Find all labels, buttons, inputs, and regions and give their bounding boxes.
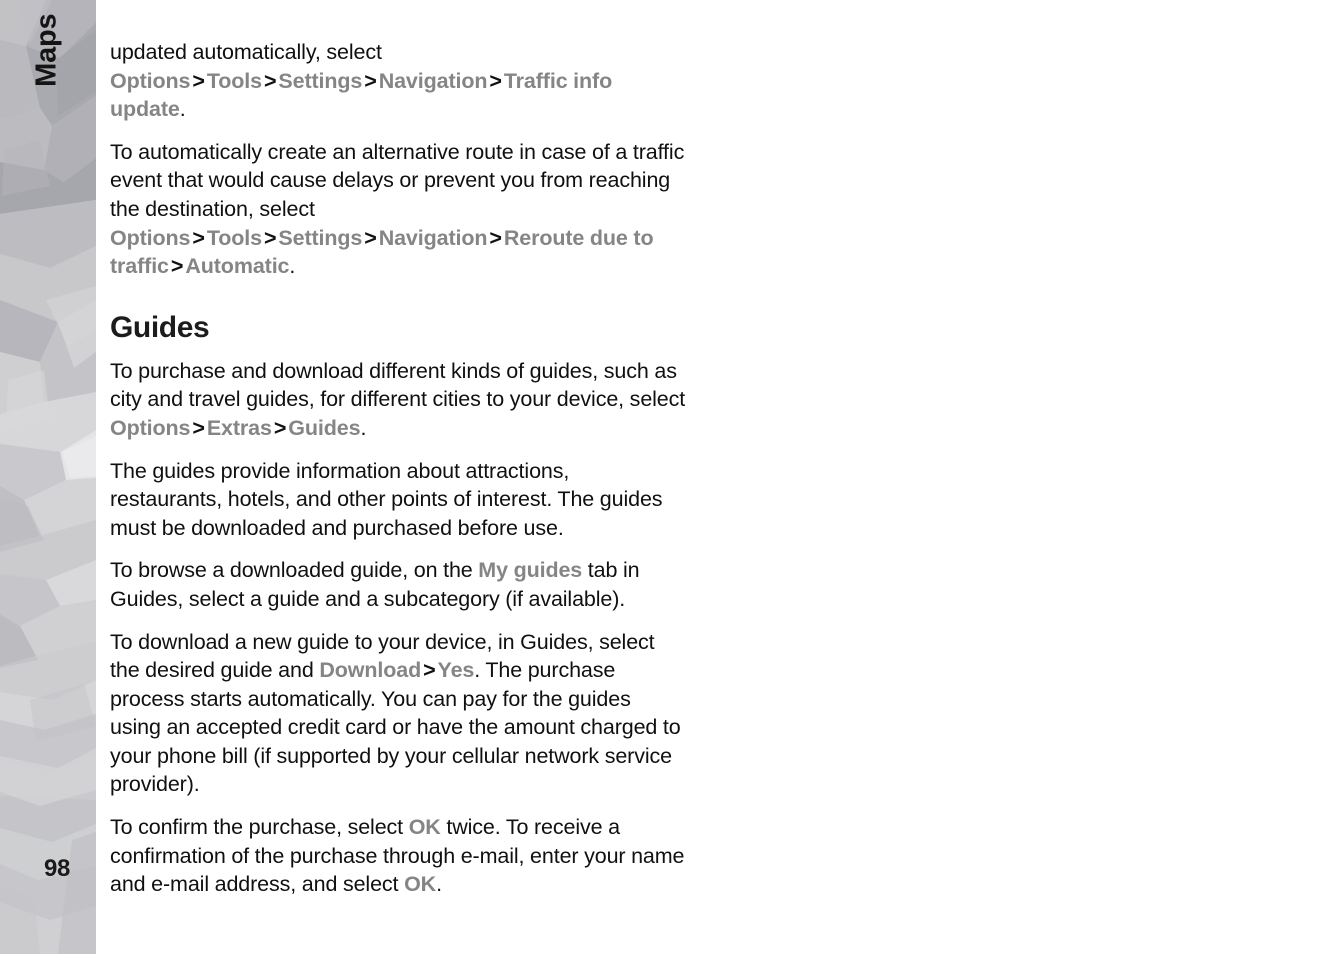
ui-term: Guides	[288, 415, 361, 440]
menu-path-separator-icon: >	[273, 415, 287, 440]
menu-path-separator-icon: >	[192, 415, 205, 440]
ui-term: Tools	[206, 225, 262, 250]
menu-path-separator-icon: >	[489, 225, 502, 250]
text-run: The guides provide information about att…	[110, 458, 663, 540]
ui-term: Options	[110, 225, 191, 250]
ui-term: Options	[110, 415, 191, 440]
text-run: To browse a downloaded guide, on the	[110, 558, 479, 583]
text-run: .	[179, 97, 186, 122]
body-text-column: updated automatically, select Options>To…	[110, 38, 686, 913]
menu-path-separator-icon: >	[364, 225, 377, 250]
ui-term: Settings	[278, 68, 363, 93]
ui-term: Options	[110, 68, 191, 93]
menu-path-separator-icon: >	[263, 225, 277, 250]
text-run: .	[360, 415, 367, 440]
ui-term: Download	[319, 658, 422, 683]
decorative-sidebar: Maps 98	[0, 0, 96, 954]
ui-term: Navigation	[378, 225, 488, 250]
ui-term: Automatic	[185, 254, 290, 279]
paragraph-browse-downloaded-guide: To browse a downloaded guide, on the My …	[110, 556, 686, 613]
section-heading-guides: Guides	[110, 310, 210, 344]
text-run: .	[289, 254, 296, 279]
ui-term: Tools	[206, 68, 262, 93]
menu-path-separator-icon: >	[192, 225, 205, 250]
menu-path-separator-icon: >	[263, 68, 277, 93]
text-run: updated automatically, select	[110, 40, 382, 64]
text-run: To purchase and download different kinds…	[110, 358, 686, 412]
text-run: .	[436, 872, 442, 897]
document-page: Maps 98 updated automatically, select Op…	[0, 0, 1322, 954]
ui-term: Extras	[206, 415, 272, 440]
paragraph-purchase-download-guides: To purchase and download different kinds…	[110, 357, 686, 443]
paragraph-reroute-due-to-traffic: To automatically create an alternative r…	[110, 138, 686, 281]
ui-term: Yes	[437, 658, 475, 683]
ui-term: My guides	[478, 558, 583, 583]
text-run: To confirm the purchase, select	[110, 815, 409, 840]
menu-path-separator-icon: >	[423, 658, 436, 683]
menu-path-separator-icon: >	[170, 254, 184, 279]
polygonal-pattern-graphic	[0, 0, 96, 954]
text-run: To automatically create an alternative r…	[110, 139, 685, 221]
ui-term: OK	[404, 872, 437, 897]
ui-term: Settings	[278, 225, 363, 250]
paragraph-traffic-info-update: updated automatically, select Options>To…	[110, 38, 686, 124]
menu-path-separator-icon: >	[489, 68, 502, 93]
page-number: 98	[44, 855, 71, 882]
paragraph-download-new-guide: To download a new guide to your device, …	[110, 628, 686, 800]
ui-term: Navigation	[378, 68, 488, 93]
paragraph-guides-information: The guides provide information about att…	[110, 457, 686, 543]
menu-path-separator-icon: >	[192, 68, 205, 93]
menu-path-separator-icon: >	[364, 68, 377, 93]
paragraph-confirm-purchase: To confirm the purchase, select OK twice…	[110, 813, 686, 899]
ui-term: OK	[408, 815, 441, 840]
